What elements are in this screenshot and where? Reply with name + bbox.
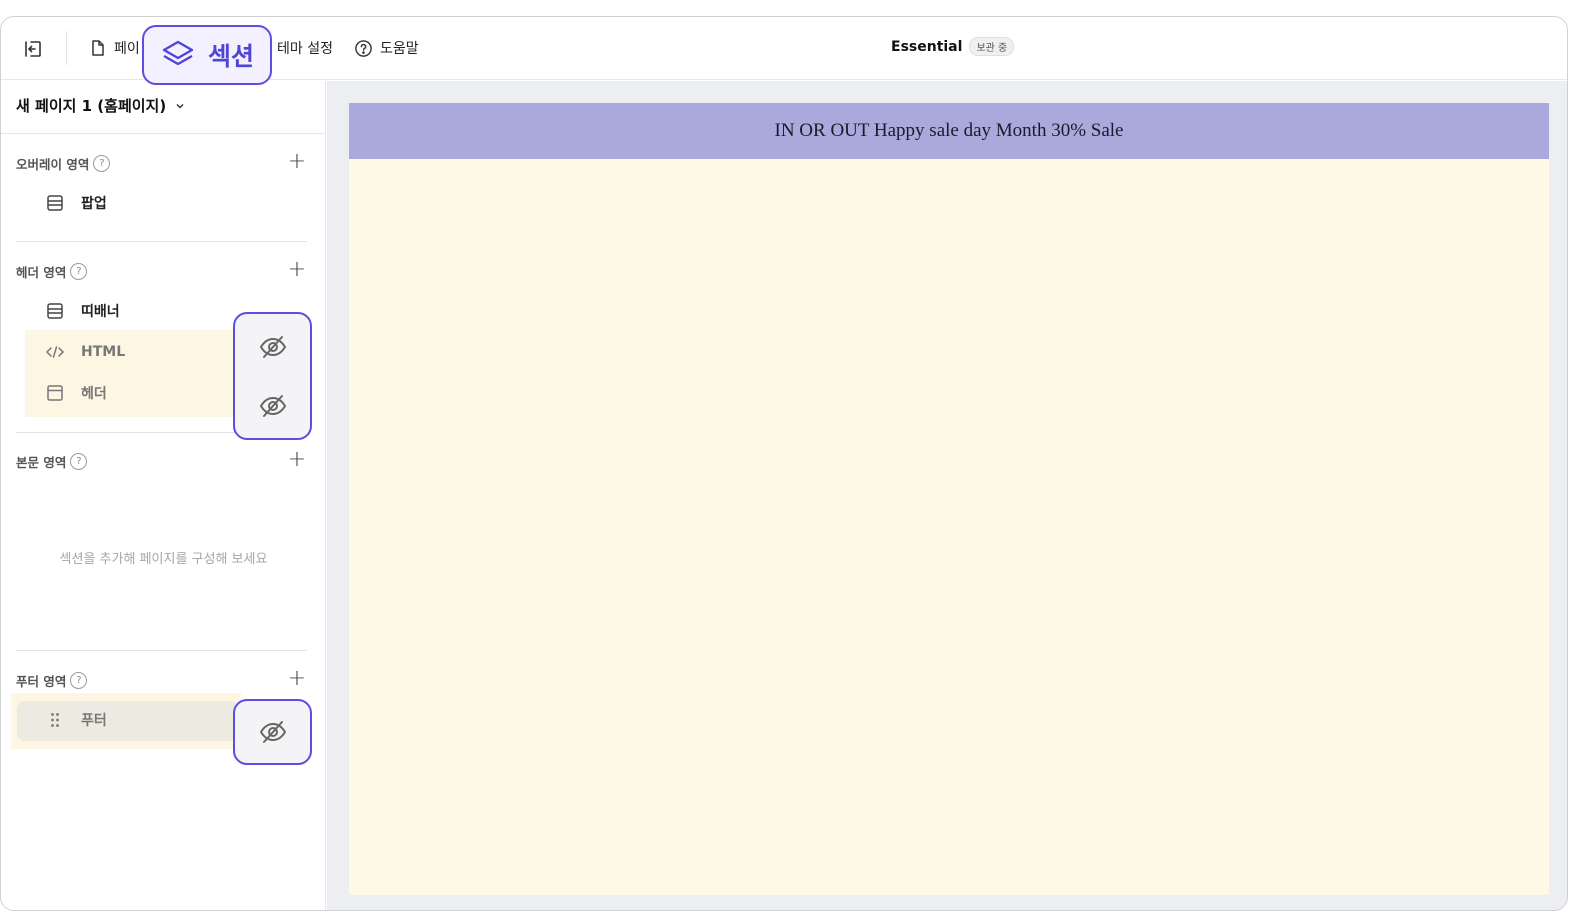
section-block-icon xyxy=(47,303,63,319)
section-item-label: 팝업 xyxy=(81,196,107,212)
body-zone-label: 본문 영역 xyxy=(16,455,67,470)
section-item-popup[interactable]: 팝업 xyxy=(45,193,107,213)
header-zone-title: 헤더 영역 ? xyxy=(16,262,88,281)
strip-banner-preview[interactable]: IN OR OUT Happy sale day Month 30% Sale xyxy=(349,103,1549,159)
section-callout-label: 섹션 xyxy=(207,42,254,71)
eye-off-icon[interactable] xyxy=(257,390,289,422)
status-badge: 보관 중 xyxy=(969,37,1015,56)
section-item-label: 헤더 xyxy=(81,386,107,402)
tab-theme-settings[interactable]: 테마 설정 xyxy=(277,35,333,61)
section-sidebar: 새 페이지 1 (홈페이지) 오버레이 영역 ? + 팝업 헤더 영역 ? + … xyxy=(1,81,326,910)
add-header-section-button[interactable]: + xyxy=(287,259,307,281)
section-block-icon xyxy=(47,195,63,211)
drag-handle-icon[interactable] xyxy=(45,710,65,730)
hide-toggle-callout xyxy=(233,312,312,440)
add-body-section-button[interactable]: + xyxy=(287,449,307,471)
overlay-zone-title: 오버레이 영역 ? xyxy=(16,154,111,173)
question-icon[interactable]: ? xyxy=(93,155,111,172)
tab-theme-label: 테마 설정 xyxy=(277,41,333,57)
tab-page-label: 페이 xyxy=(114,41,140,57)
question-icon[interactable]: ? xyxy=(70,453,88,470)
page-selector[interactable]: 새 페이지 1 (홈페이지) xyxy=(16,95,186,116)
eye-off-icon[interactable] xyxy=(257,331,289,363)
eye-off-icon[interactable] xyxy=(257,716,289,748)
tab-help[interactable]: 도움말 xyxy=(354,35,419,61)
banner-text: IN OR OUT Happy sale day Month 30% Sale xyxy=(774,120,1124,141)
add-footer-section-button[interactable]: + xyxy=(287,668,307,690)
preview-canvas: IN OR OUT Happy sale day Month 30% Sale xyxy=(349,103,1549,895)
section-item-label: 푸터 xyxy=(81,713,107,729)
question-icon[interactable]: ? xyxy=(70,672,88,689)
body-zone-title: 본문 영역 ? xyxy=(16,452,88,471)
section-item-label: HTML xyxy=(81,344,126,360)
help-icon xyxy=(355,39,372,57)
footer-zone-title: 푸터 영역 ? xyxy=(16,671,88,690)
section-item-header[interactable]: 헤더 xyxy=(45,383,107,403)
page-selector-label: 새 페이지 1 (홈페이지) xyxy=(16,97,167,115)
section-tab-callout[interactable]: 섹션 xyxy=(142,25,272,85)
tab-page[interactable]: 페이 xyxy=(89,35,140,61)
overlay-zone-label: 오버레이 영역 xyxy=(16,157,90,172)
section-item-footer[interactable]: 푸터 xyxy=(45,710,107,730)
header-zone-label: 헤더 영역 xyxy=(16,265,67,280)
section-item-html[interactable]: HTML xyxy=(45,342,125,362)
section-item-label: 띠배너 xyxy=(81,304,120,320)
question-icon[interactable]: ? xyxy=(70,263,88,280)
layers-icon xyxy=(162,40,194,66)
site-title-area: Essential 보관 중 xyxy=(891,37,1015,56)
section-item-strip-banner[interactable]: 띠배너 xyxy=(45,301,120,321)
chevron-down-icon xyxy=(176,103,184,109)
divider xyxy=(16,650,307,651)
code-icon xyxy=(45,346,65,358)
footer-zone-label: 푸터 영역 xyxy=(16,674,67,689)
toolbar-divider xyxy=(66,31,67,65)
divider xyxy=(1,133,326,134)
add-overlay-section-button[interactable]: + xyxy=(287,151,307,173)
app-window: 페이 테마 설정 도움말 Essential 보관 중 새 페이지 1 (홈페이… xyxy=(0,16,1568,911)
divider xyxy=(16,241,307,242)
empty-body-message: 섹션을 추가해 페이지를 구성해 보세요 xyxy=(59,552,268,567)
exit-icon[interactable] xyxy=(21,37,45,61)
header-layout-icon xyxy=(47,385,63,401)
page-icon xyxy=(92,40,104,56)
tab-help-label: 도움말 xyxy=(380,41,419,57)
site-title: Essential xyxy=(891,38,963,55)
page-preview: IN OR OUT Happy sale day Month 30% Sale xyxy=(327,81,1567,910)
footer-hide-toggle-callout xyxy=(233,699,312,765)
